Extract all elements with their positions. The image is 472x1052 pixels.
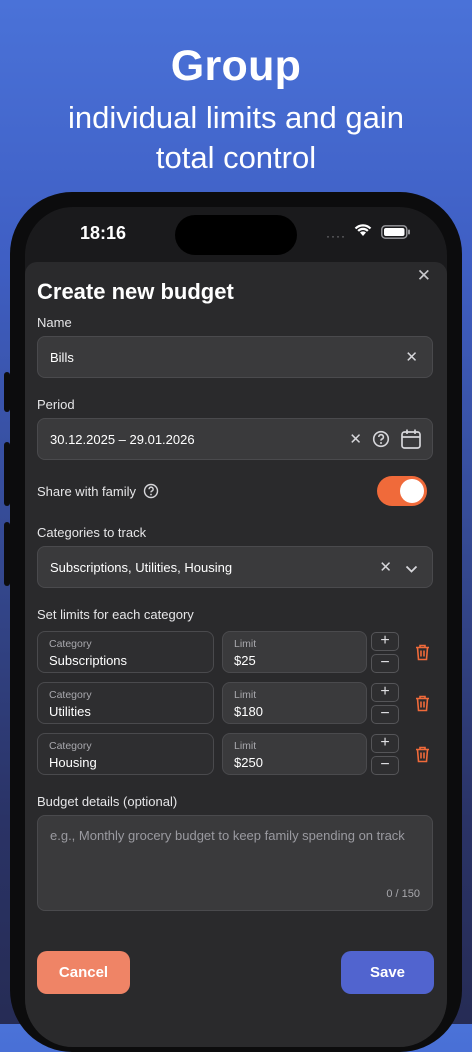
- name-label: Name: [37, 315, 72, 330]
- clear-icon[interactable]: ✕: [349, 430, 362, 448]
- limit-field[interactable]: Limit $250: [222, 733, 367, 775]
- toggle-knob: [400, 479, 424, 503]
- phone-side-button: [4, 522, 10, 586]
- help-icon[interactable]: [372, 430, 390, 453]
- category-field[interactable]: Category Utilities: [37, 682, 214, 724]
- trash-icon[interactable]: [415, 695, 430, 717]
- decrement-button[interactable]: −: [371, 756, 399, 775]
- category-caption: Category: [49, 638, 92, 650]
- category-field[interactable]: Category Subscriptions: [37, 631, 214, 673]
- period-field[interactable]: 30.12.2025 – 29.01.2026 ✕: [37, 418, 433, 460]
- clear-icon[interactable]: ✕: [379, 558, 392, 576]
- cancel-button[interactable]: Cancel: [37, 951, 130, 994]
- category-value: Housing: [49, 755, 97, 770]
- name-value: Bills: [50, 350, 74, 365]
- battery-icon: [381, 225, 411, 244]
- category-caption: Category: [49, 689, 92, 701]
- phone-screen: 18:16 ···· ✕ Create new budget Name Bill…: [25, 207, 447, 1047]
- limit-value: $250: [234, 755, 263, 770]
- status-bar: 18:16 ····: [25, 207, 447, 263]
- increment-button[interactable]: +: [371, 683, 399, 702]
- period-value: 30.12.2025 – 29.01.2026: [50, 432, 195, 447]
- increment-button[interactable]: +: [371, 632, 399, 651]
- promo-title: Group: [170, 42, 302, 90]
- details-textarea[interactable]: e.g., Monthly grocery budget to keep fam…: [37, 815, 433, 911]
- share-toggle[interactable]: [377, 476, 427, 506]
- categories-label: Categories to track: [37, 525, 147, 540]
- decrement-button[interactable]: −: [371, 654, 399, 673]
- category-value: Utilities: [49, 704, 91, 719]
- trash-icon[interactable]: [415, 746, 430, 768]
- categories-select[interactable]: Subscriptions, Utilities, Housing ✕: [37, 546, 433, 588]
- wifi-icon: [353, 222, 373, 242]
- categories-value: Subscriptions, Utilities, Housing: [50, 560, 233, 575]
- category-field[interactable]: Category Housing: [37, 733, 214, 775]
- calendar-icon[interactable]: [400, 428, 422, 455]
- limit-caption: Limit: [234, 689, 257, 701]
- category-caption: Category: [49, 740, 92, 752]
- details-label: Budget details (optional): [37, 794, 178, 809]
- limit-field[interactable]: Limit $25: [222, 631, 367, 673]
- limit-caption: Limit: [234, 638, 257, 650]
- category-value: Subscriptions: [49, 653, 128, 668]
- limit-value: $180: [234, 704, 263, 719]
- name-field[interactable]: Bills ✕: [37, 336, 433, 378]
- promo-subtitle: individual limits and gain total control: [67, 100, 405, 175]
- increment-button[interactable]: +: [371, 734, 399, 753]
- char-counter: 0 / 150: [386, 888, 420, 900]
- sheet-title: Create new budget: [37, 279, 234, 304]
- save-button[interactable]: Save: [341, 951, 434, 994]
- decrement-button[interactable]: −: [371, 705, 399, 724]
- limit-value: $25: [234, 653, 256, 668]
- phone-side-button: [4, 442, 10, 506]
- dynamic-island: [175, 215, 297, 255]
- trash-icon[interactable]: [415, 644, 430, 666]
- chevron-down-icon[interactable]: [405, 561, 418, 579]
- limit-field[interactable]: Limit $180: [222, 682, 367, 724]
- details-placeholder: e.g., Monthly grocery budget to keep fam…: [50, 828, 405, 843]
- close-icon[interactable]: ✕: [417, 266, 431, 286]
- phone-side-button: [4, 372, 10, 412]
- signal-dots: ····: [326, 229, 346, 243]
- clock: 18:16: [80, 223, 127, 243]
- limits-label: Set limits for each category: [37, 607, 194, 622]
- help-icon[interactable]: [143, 483, 159, 504]
- limit-caption: Limit: [234, 740, 257, 752]
- period-label: Period: [37, 397, 75, 412]
- share-label: Share with family: [37, 484, 136, 499]
- clear-icon[interactable]: ✕: [405, 348, 418, 366]
- budget-sheet: ✕ Create new budget Name Bills ✕ Period …: [25, 262, 447, 1047]
